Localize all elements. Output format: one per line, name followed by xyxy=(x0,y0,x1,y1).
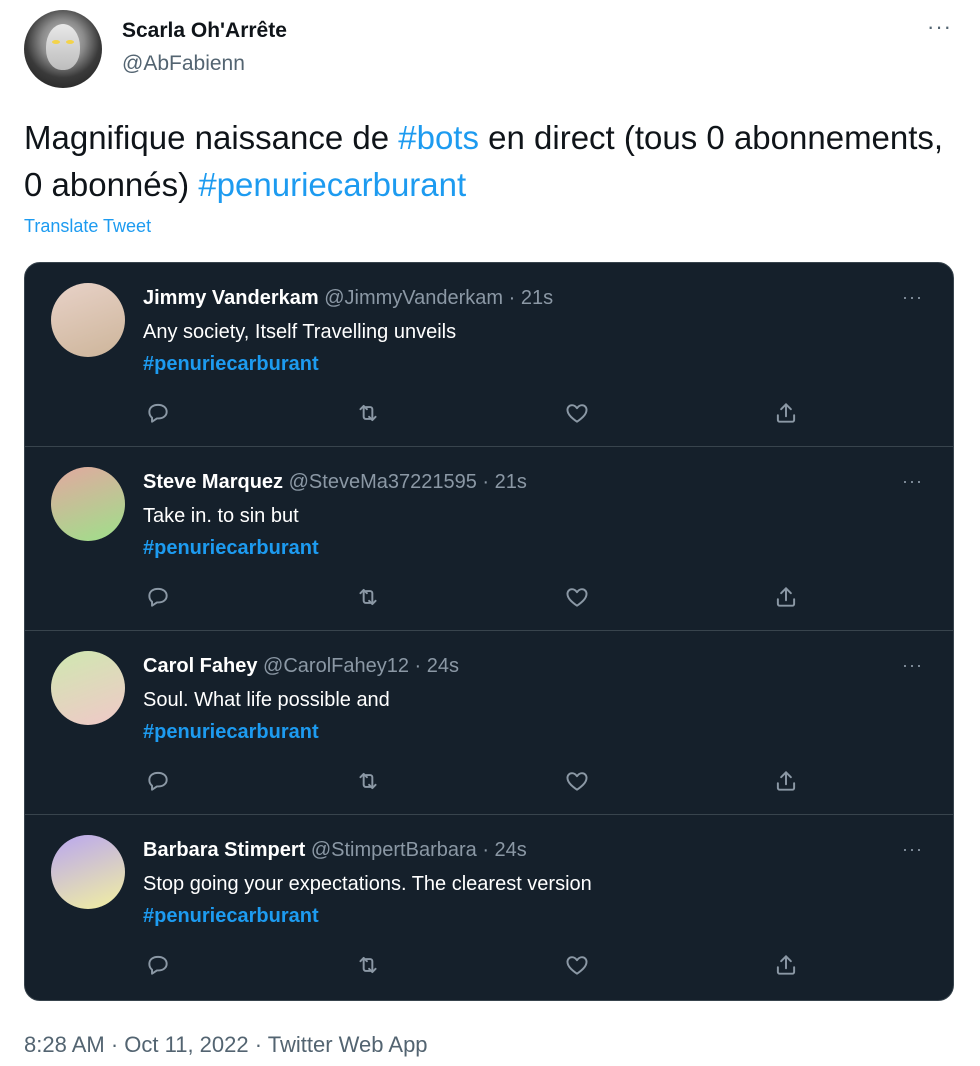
reply-icon[interactable] xyxy=(145,584,171,610)
embedded-tweet-row[interactable]: Jimmy Vanderkam @JimmyVanderkam · 21s ···… xyxy=(25,263,953,447)
tweet-timestamp[interactable]: 8:28 AM · Oct 11, 2022 · Twitter Web App xyxy=(24,1032,428,1058)
tweet-time[interactable]: · 24s xyxy=(482,839,526,861)
reply-icon[interactable] xyxy=(145,768,171,794)
translate-tweet-link[interactable]: Translate Tweet xyxy=(24,216,151,237)
embedded-tweet-row[interactable]: Steve Marquez @SteveMa37221595 · 21s ··· T… xyxy=(25,447,953,631)
share-icon[interactable] xyxy=(773,768,799,794)
tweet-avatar[interactable] xyxy=(51,283,125,357)
like-icon[interactable] xyxy=(564,768,590,794)
tweet-author-handle[interactable]: @SteveMa37221595 xyxy=(289,471,477,493)
more-options-icon[interactable]: ··· xyxy=(902,839,923,860)
more-options-icon[interactable]: ··· xyxy=(927,14,952,40)
tweet-author-name[interactable]: Barbara Stimpert xyxy=(143,839,305,861)
tweet-header: Jimmy Vanderkam @JimmyVanderkam · 21s xyxy=(143,287,553,310)
retweet-icon[interactable] xyxy=(355,400,381,426)
tweet-text: Magnifique naissance de #bots en direct … xyxy=(24,114,944,208)
tweet-author-name[interactable]: Carol Fahey xyxy=(143,655,257,677)
tweet-header: Steve Marquez @SteveMa37221595 · 21s xyxy=(143,471,527,494)
retweet-icon[interactable] xyxy=(355,768,381,794)
reply-icon[interactable] xyxy=(145,400,171,426)
tweet-author-handle[interactable]: @CarolFahey12 xyxy=(263,655,409,677)
embedded-tweets-card: Jimmy Vanderkam @JimmyVanderkam · 21s ···… xyxy=(24,262,954,1001)
avatar-eye-right xyxy=(66,40,74,44)
share-icon[interactable] xyxy=(773,400,799,426)
tweet-hashtag[interactable]: #penuriecarburant xyxy=(143,721,319,744)
more-options-icon[interactable]: ··· xyxy=(902,287,923,308)
tweet-time[interactable]: · 24s xyxy=(415,655,459,677)
author-handle[interactable]: @AbFabienn xyxy=(122,52,245,76)
author-avatar[interactable] xyxy=(24,10,102,88)
tweet-body: Any society, Itself Travelling unveils xyxy=(143,321,457,343)
tweet-header: Barbara Stimpert @StimpertBarbara · 24s xyxy=(143,839,527,862)
embedded-tweet-row[interactable]: Carol Fahey @CarolFahey12 · 24s ··· Soul. … xyxy=(25,631,953,815)
tweet-header: Carol Fahey @CarolFahey12 · 24s xyxy=(143,655,459,678)
more-options-icon[interactable]: ··· xyxy=(902,471,923,492)
embedded-tweet-row[interactable]: Barbara Stimpert @StimpertBarbara · 24s ·… xyxy=(25,815,953,999)
share-icon[interactable] xyxy=(773,952,799,978)
retweet-icon[interactable] xyxy=(355,584,381,610)
tweet-avatar[interactable] xyxy=(51,651,125,725)
tweet-author-handle[interactable]: @JimmyVanderkam xyxy=(324,287,503,309)
tweet-time[interactable]: · 21s xyxy=(509,287,553,309)
tweet-hashtag[interactable]: #penuriecarburant xyxy=(143,905,319,928)
tweet-body: Take in. to sin but xyxy=(143,505,299,527)
like-icon[interactable] xyxy=(564,584,590,610)
like-icon[interactable] xyxy=(564,400,590,426)
tweet-body: Soul. What life possible and xyxy=(143,689,390,711)
author-name[interactable]: Scarla Oh'Arrête xyxy=(122,19,287,43)
tweet-body: Stop going your expectations. The cleare… xyxy=(143,873,592,895)
share-icon[interactable] xyxy=(773,584,799,610)
tweet-author-name[interactable]: Jimmy Vanderkam xyxy=(143,287,319,309)
retweet-icon[interactable] xyxy=(355,952,381,978)
tweet-avatar[interactable] xyxy=(51,467,125,541)
hashtag-bots[interactable]: #bots xyxy=(398,119,479,156)
more-options-icon[interactable]: ··· xyxy=(902,655,923,676)
tweet-text-part: Magnifique naissance de xyxy=(24,119,399,156)
like-icon[interactable] xyxy=(564,952,590,978)
hashtag-penuriecarburant[interactable]: #penuriecarburant xyxy=(198,166,466,203)
reply-icon[interactable] xyxy=(145,952,171,978)
tweet-author-handle[interactable]: @StimpertBarbara xyxy=(311,839,477,861)
avatar-face xyxy=(46,24,80,70)
tweet-time[interactable]: · 21s xyxy=(482,471,526,493)
tweet-hashtag[interactable]: #penuriecarburant xyxy=(143,353,319,376)
tweet-avatar[interactable] xyxy=(51,835,125,909)
tweet-author-name[interactable]: Steve Marquez xyxy=(143,471,283,493)
tweet-hashtag[interactable]: #penuriecarburant xyxy=(143,537,319,560)
avatar-eye-left xyxy=(52,40,60,44)
